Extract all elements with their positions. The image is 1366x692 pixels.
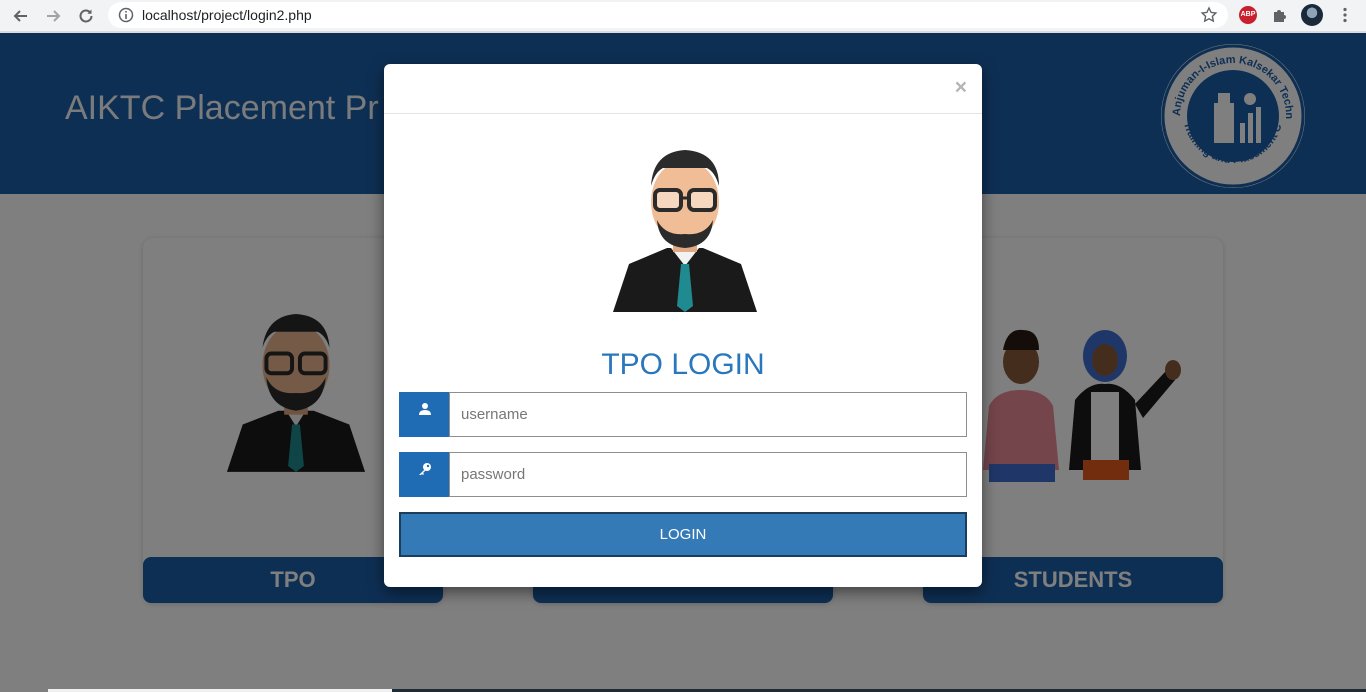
username-group [399,392,967,437]
forward-arrow-icon[interactable] [41,4,65,28]
tpo-login-modal: × TPO LOGIN LOGIN [384,64,982,587]
address-bar[interactable]: localhost/project/login2.php [108,2,1228,28]
browser-toolbar: localhost/project/login2.php ABP [0,0,1366,32]
tpo-avatar-illustration [613,150,757,312]
password-input[interactable] [449,452,967,497]
bookmark-star-icon[interactable] [1200,6,1218,29]
adblock-plus-icon[interactable]: ABP [1237,4,1259,26]
adblock-plus-label: ABP [1239,6,1257,24]
password-group [399,452,967,497]
modal-title: TPO LOGIN [601,348,765,381]
back-arrow-icon[interactable] [9,4,33,28]
profile-avatar[interactable] [1301,4,1323,26]
key-icon [399,452,450,497]
modal-header: × [384,64,982,114]
site-info-icon[interactable] [118,7,134,28]
url-text: localhost/project/login2.php [142,7,312,23]
user-icon [399,392,450,437]
username-input[interactable] [449,392,967,437]
extensions-puzzle-icon[interactable] [1269,4,1291,26]
close-icon[interactable]: × [955,76,967,100]
login-button[interactable]: LOGIN [399,512,967,557]
reload-icon[interactable] [74,4,98,28]
more-menu-icon[interactable] [1334,4,1356,26]
